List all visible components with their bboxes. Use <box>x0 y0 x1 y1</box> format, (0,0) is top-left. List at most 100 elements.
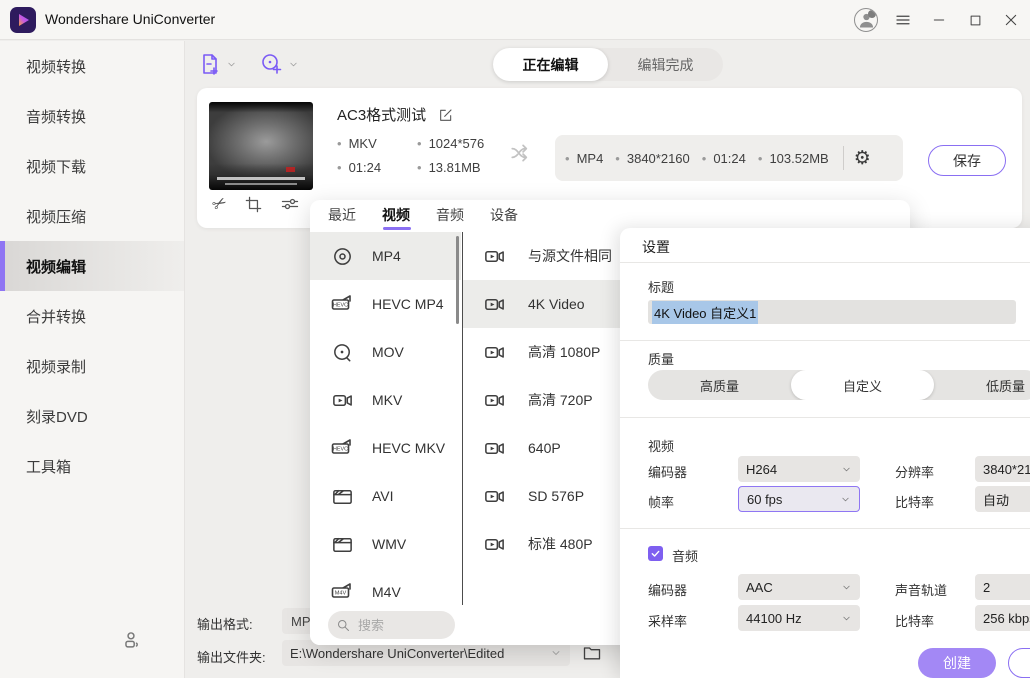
trim-icon[interactable]: ✂ <box>210 193 231 215</box>
video-camera-icon <box>482 436 506 460</box>
audio-samplerate-value: 44100 Hz <box>746 611 802 626</box>
format-item-mkv[interactable]: MKV <box>310 376 461 424</box>
chevron-down-icon <box>226 59 237 70</box>
source-resolution: 1024*576 <box>417 136 497 151</box>
audio-enabled-checkbox[interactable] <box>648 546 663 561</box>
maximize-button[interactable] <box>964 9 986 31</box>
sidebar-item-burn-dvd[interactable]: 刻录DVD <box>0 391 184 441</box>
video-camera-icon <box>482 340 506 364</box>
sidebar-item-audio-convert[interactable]: 音频转换 <box>0 91 184 141</box>
account-badge-icon <box>868 10 876 18</box>
app-logo-icon <box>10 7 36 33</box>
add-file-button[interactable] <box>198 52 237 76</box>
format-item-m4v[interactable]: M4V <box>310 568 461 605</box>
tab-edit-finished[interactable]: 编辑完成 <box>608 48 723 81</box>
menu-icon[interactable] <box>892 9 914 31</box>
output-format-label: 输出格式: <box>197 614 253 633</box>
sidebar-item-video-download[interactable]: 视频下载 <box>0 141 184 191</box>
rename-icon[interactable] <box>438 107 454 123</box>
preset-name-input[interactable]: 4K Video 自定义1 <box>648 300 1016 324</box>
secondary-button[interactable] <box>1008 648 1030 678</box>
video-resolution-value: 3840*2160 <box>983 462 1030 477</box>
popup-tab-audio[interactable]: 音频 <box>436 200 464 230</box>
video-encoder-select[interactable]: H264 <box>738 456 860 482</box>
minimize-button[interactable] <box>928 9 950 31</box>
output-info-bar: MP4 3840*2160 01:24 103.52MB ⚙ <box>555 135 903 181</box>
audio-encoder-select[interactable]: AAC <box>738 574 860 600</box>
source-duration: 01:24 <box>337 160 417 175</box>
chevron-down-icon <box>841 464 852 475</box>
audio-samplerate-select[interactable]: 44100 Hz <box>738 605 860 631</box>
video-camera-icon <box>482 292 506 316</box>
sidebar-item-merge-convert[interactable]: 合并转换 <box>0 291 184 341</box>
format-item-mp4[interactable]: MP4 <box>310 232 461 280</box>
video-framerate-value: 60 fps <box>747 492 782 507</box>
support-icon[interactable] <box>120 629 142 651</box>
video-bitrate-select[interactable]: 自动 <box>975 486 1030 512</box>
create-button[interactable]: 创建 <box>918 648 996 678</box>
video-camera-icon <box>482 388 506 412</box>
format-item-mov[interactable]: MOV <box>310 328 461 376</box>
format-list-scrollbar[interactable] <box>456 236 459 324</box>
hevc-badge-icon <box>330 292 354 316</box>
video-thumbnail[interactable] <box>209 102 313 190</box>
video-camera-icon <box>482 244 506 268</box>
effects-sliders-icon[interactable] <box>280 194 300 214</box>
video-framerate-select[interactable]: 60 fps <box>738 486 860 512</box>
format-item-hevc-mkv[interactable]: HEVC MKV <box>310 424 461 472</box>
settings-panel: 设置 标题 4K Video 自定义1 质量 高质量 自定义 低质量 视频 编码… <box>620 228 1030 678</box>
audio-channel-value: 2 <box>983 580 990 595</box>
save-button[interactable]: 保存 <box>928 145 1006 176</box>
tab-editing[interactable]: 正在编辑 <box>493 48 608 81</box>
audio-channel-select[interactable]: 2 <box>975 574 1030 600</box>
format-item-avi[interactable]: AVI <box>310 472 461 520</box>
video-resolution-select[interactable]: 3840*2160 <box>975 456 1030 482</box>
file-title: AC3格式测试 <box>337 104 426 125</box>
search-input[interactable] <box>328 611 455 639</box>
create-label: 创建 <box>943 653 971 673</box>
quality-option-high[interactable]: 高质量 <box>648 370 791 400</box>
audio-bitrate-value: 256 kbps <box>983 611 1030 626</box>
chevron-down-icon <box>288 59 299 70</box>
browse-folder-icon[interactable] <box>582 643 602 663</box>
sidebar-item-video-convert[interactable]: 视频转换 <box>0 41 184 91</box>
sidebar-item-label: 音频转换 <box>26 106 86 127</box>
audio-bitrate-select[interactable]: 256 kbps <box>975 605 1030 631</box>
disc-icon <box>330 244 354 268</box>
add-disc-button[interactable] <box>260 52 299 76</box>
format-list: MP4 HEVC MP4 MOV MKV HEVC MKV AVI WMV M4… <box>310 232 461 605</box>
output-settings-gear-icon[interactable]: ⚙ <box>854 149 871 168</box>
video-section-label: 视频 <box>648 436 674 455</box>
video-camera-icon <box>330 388 354 412</box>
sidebar-item-video-compress[interactable]: 视频压缩 <box>0 191 184 241</box>
sidebar-item-label: 视频录制 <box>26 356 86 377</box>
quality-option-custom[interactable]: 自定义 <box>791 370 934 400</box>
video-camera-icon <box>482 532 506 556</box>
popup-tab-recent[interactable]: 最近 <box>328 200 356 230</box>
format-label: MOV <box>372 344 404 360</box>
check-icon <box>650 548 661 559</box>
format-label: MKV <box>372 392 402 408</box>
resolution-label: SD 576P <box>528 488 584 504</box>
format-item-hevc-mp4[interactable]: HEVC MP4 <box>310 280 461 328</box>
sidebar-item-toolbox[interactable]: 工具箱 <box>0 441 184 491</box>
crop-icon[interactable] <box>244 195 263 214</box>
sidebar: 视频转换 音频转换 视频下载 视频压缩 视频编辑 合并转换 视频录制 刻录DVD… <box>0 41 185 678</box>
quality-option-low[interactable]: 低质量 <box>934 370 1030 400</box>
quality-segmented-control: 高质量 自定义 低质量 <box>648 370 1030 400</box>
audio-bitrate-label: 比特率 <box>895 611 934 630</box>
selected-text: 4K Video 自定义1 <box>652 301 758 324</box>
video-camera-icon <box>482 484 506 508</box>
format-item-wmv[interactable]: WMV <box>310 520 461 568</box>
tab-label: 设备 <box>490 205 518 225</box>
sidebar-item-video-edit[interactable]: 视频编辑 <box>0 241 184 291</box>
popup-tab-device[interactable]: 设备 <box>490 200 518 230</box>
sidebar-item-screen-record[interactable]: 视频录制 <box>0 341 184 391</box>
account-avatar[interactable] <box>854 8 878 32</box>
title-bar: Wondershare UniConverter <box>0 0 1030 40</box>
resolution-label: 与源文件相同 <box>528 246 612 266</box>
popup-tab-video[interactable]: 视频 <box>382 200 410 230</box>
close-button[interactable] <box>1000 9 1022 31</box>
video-resolution-label: 分辨率 <box>895 462 934 481</box>
resolution-label: 640P <box>528 440 561 456</box>
